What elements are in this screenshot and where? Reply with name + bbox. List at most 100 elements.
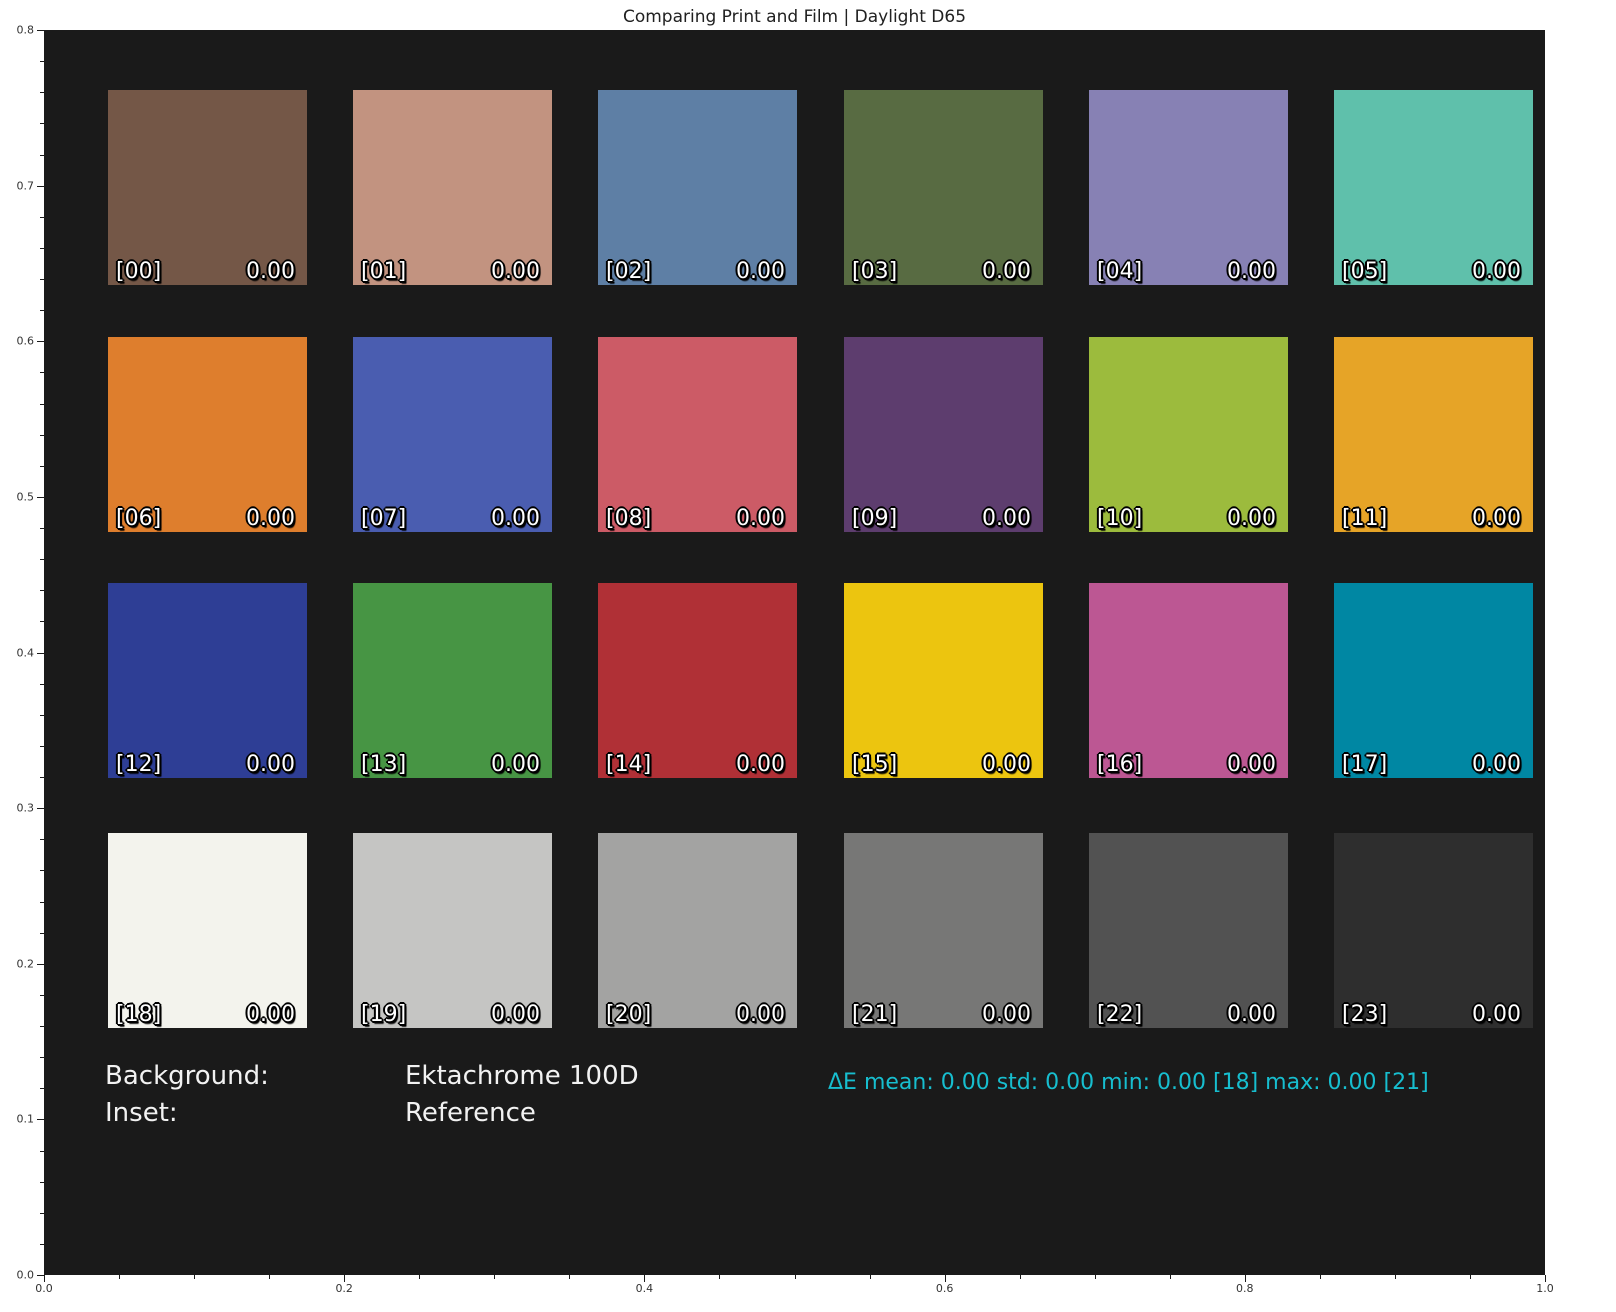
color-patch: [01] 0.00 xyxy=(353,90,552,285)
y-minor-tick-mark xyxy=(40,1088,44,1089)
x-tick-mark xyxy=(1245,1275,1246,1282)
x-minor-tick-mark xyxy=(269,1275,270,1279)
patch-value-label: 0.00 xyxy=(1227,1003,1276,1027)
x-tick-label: 0.6 xyxy=(936,1282,954,1295)
y-tick-mark xyxy=(37,341,44,342)
x-tick-mark xyxy=(644,1275,645,1282)
patch-value-label: 0.00 xyxy=(491,1003,540,1027)
y-minor-tick-mark xyxy=(40,61,44,62)
patch-label-row: [02]0.00 xyxy=(598,260,797,284)
y-minor-tick-mark xyxy=(40,123,44,124)
y-minor-tick-mark xyxy=(40,404,44,405)
patch-label-row: [15]0.00 xyxy=(844,753,1043,777)
patch-value-label: 0.00 xyxy=(1472,260,1521,284)
patch-label-row: [05]0.00 xyxy=(1334,260,1533,284)
patch-label-row: [10] 0.00 xyxy=(1089,507,1288,531)
x-minor-tick-mark xyxy=(419,1275,420,1279)
patch-index-label: [23] xyxy=(1342,1003,1387,1027)
patch-label-row: [20]0.00 xyxy=(598,1003,797,1027)
patch-label-row: [16] 0.00 xyxy=(1089,753,1288,777)
patch-value-label: 0.00 xyxy=(736,507,785,531)
color-patch: [18] 0.00 xyxy=(108,833,307,1028)
patch-index-label: [10] xyxy=(1097,507,1142,531)
x-minor-tick-mark xyxy=(795,1275,796,1279)
patch-label-row: [09]0.00 xyxy=(844,507,1043,531)
patch-value-label: 0.00 xyxy=(1227,507,1276,531)
patch-label-row: [11]0.00 xyxy=(1334,507,1533,531)
patch-label-row: [01] 0.00 xyxy=(353,260,552,284)
patch-index-label: [21] xyxy=(852,1003,897,1027)
y-tick-label: 0.5 xyxy=(0,490,34,503)
x-tick-label: 0.8 xyxy=(1236,1282,1254,1295)
background-label: Background: xyxy=(105,1062,269,1092)
y-minor-tick-mark xyxy=(40,839,44,840)
patch-label-row: [00]0.00 xyxy=(108,260,307,284)
y-tick-label: 0.0 xyxy=(0,1269,34,1282)
patch-value-label: 0.00 xyxy=(491,260,540,284)
y-minor-tick-mark xyxy=(40,248,44,249)
patch-value-label: 0.00 xyxy=(246,1003,295,1027)
patch-label-row: [21]0.00 xyxy=(844,1003,1043,1027)
x-tick-label: 1.0 xyxy=(1536,1282,1554,1295)
y-tick-mark xyxy=(37,1275,44,1276)
y-tick-label: 0.7 xyxy=(0,179,34,192)
patch-index-label: [17] xyxy=(1342,753,1387,777)
patch-index-label: [16] xyxy=(1097,753,1142,777)
y-minor-tick-mark xyxy=(40,1244,44,1245)
color-patch: [22]0.00 xyxy=(1089,833,1288,1028)
patch-value-label: 0.00 xyxy=(1472,753,1521,777)
y-minor-tick-mark xyxy=(40,746,44,747)
patch-label-row: [07]0.00 xyxy=(353,507,552,531)
patch-label-row: [23]0.00 xyxy=(1334,1003,1533,1027)
x-minor-tick-mark xyxy=(194,1275,195,1279)
plot-area: [00]0.00[01]0.00[02]0.00[03]0.00[04]0.00… xyxy=(44,30,1545,1275)
patch-value-label: 0.00 xyxy=(1227,753,1276,777)
patch-value-label: 0.00 xyxy=(246,507,295,531)
x-tick-mark xyxy=(945,1275,946,1282)
y-minor-tick-mark xyxy=(40,684,44,685)
y-minor-tick-mark xyxy=(40,372,44,373)
patch-index-label: [03] xyxy=(852,260,897,284)
y-minor-tick-mark xyxy=(40,435,44,436)
x-minor-tick-mark xyxy=(1170,1275,1171,1279)
y-minor-tick-mark xyxy=(40,1213,44,1214)
y-tick-mark xyxy=(37,186,44,187)
patch-index-label: [00] xyxy=(116,260,161,284)
x-minor-tick-mark xyxy=(1020,1275,1021,1279)
patch-index-label: [01] xyxy=(361,260,406,284)
x-tick-label: 0.0 xyxy=(35,1282,53,1295)
x-tick-label: 0.4 xyxy=(636,1282,654,1295)
patch-label-row: [12]0.00 xyxy=(108,753,307,777)
color-patch: [19] 0.00 xyxy=(353,833,552,1028)
y-minor-tick-mark xyxy=(40,995,44,996)
x-minor-tick-mark xyxy=(1320,1275,1321,1279)
patch-index-label: [18] xyxy=(116,1003,161,1027)
patch-index-label: [11] xyxy=(1342,507,1387,531)
patch-index-label: [02] xyxy=(606,260,651,284)
color-patch: [15]0.00 xyxy=(844,583,1043,778)
y-minor-tick-mark xyxy=(40,777,44,778)
color-patch: [09]0.00 xyxy=(844,337,1043,532)
patch-index-label: [19] xyxy=(361,1003,406,1027)
y-tick-mark xyxy=(37,1119,44,1120)
color-patch: [20]0.00 xyxy=(598,833,797,1028)
patch-index-label: [04] xyxy=(1097,260,1142,284)
y-minor-tick-mark xyxy=(40,310,44,311)
patch-label-row: [13]0.00 xyxy=(353,753,552,777)
patch-label-row: [04]0.00 xyxy=(1089,260,1288,284)
y-minor-tick-mark xyxy=(40,528,44,529)
patch-index-label: [14] xyxy=(606,753,651,777)
color-patch: [08]0.00 xyxy=(598,337,797,532)
y-minor-tick-mark xyxy=(40,1057,44,1058)
y-tick-mark xyxy=(37,964,44,965)
y-tick-label: 0.2 xyxy=(0,957,34,970)
color-patch: [02]0.00 xyxy=(598,90,797,285)
delta-e-summary: ΔE mean: 0.00 std: 0.00 min: 0.00 [18] m… xyxy=(828,1070,1429,1095)
color-patch: [10] 0.00 xyxy=(1089,337,1288,532)
inset-value: Reference xyxy=(405,1099,536,1129)
color-patch: [04]0.00 xyxy=(1089,90,1288,285)
patch-index-label: [12] xyxy=(116,753,161,777)
y-minor-tick-mark xyxy=(40,902,44,903)
color-patch: [05]0.00 xyxy=(1334,90,1533,285)
color-patch: [13]0.00 xyxy=(353,583,552,778)
